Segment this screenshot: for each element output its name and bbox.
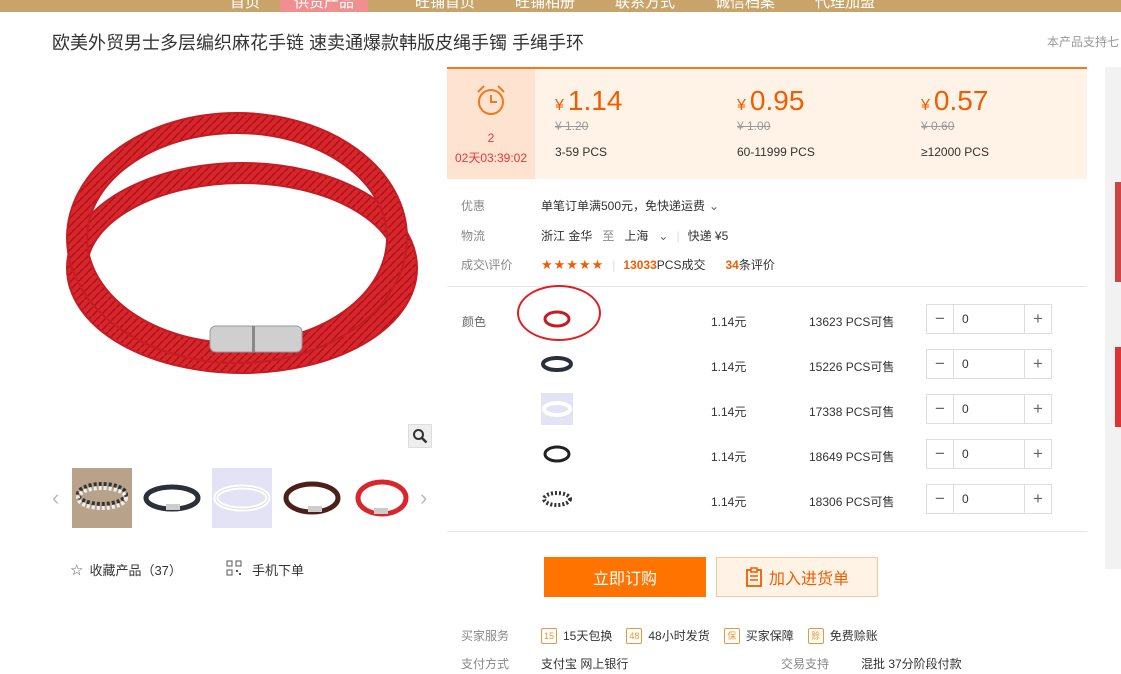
exchange-icon: 15 <box>541 627 557 644</box>
chevron-down-icon[interactable]: ⌄ <box>709 199 719 213</box>
qrcode-icon <box>226 560 242 579</box>
main-product-image <box>52 68 432 448</box>
buyer-services: 买家服务 15 15天包换 48 48小时发货 保买家保障 赊免费赊账 <box>461 627 878 644</box>
buy-now-button[interactable]: 立即订购 <box>544 557 706 597</box>
quantity-stepper[interactable]: − + <box>926 349 1052 379</box>
deal-count: 13033 <box>623 257 657 272</box>
ship-method: 快递 ¥5 <box>687 229 729 243</box>
thumbnail-strip: ‹ › <box>52 467 432 529</box>
right-side-strip <box>1105 67 1121 569</box>
quantity-input[interactable] <box>954 440 1024 468</box>
quantity-stepper[interactable]: − + <box>926 304 1052 334</box>
sku-swatch-blackwhite[interactable] <box>541 483 573 515</box>
price-tier: ¥0.57 ¥ 0.60 ≥12000 PCS <box>921 85 989 159</box>
sku-swatch-black[interactable] <box>541 348 573 380</box>
minus-button[interactable]: − <box>927 395 954 423</box>
star-outline-icon: ☆ <box>70 561 84 579</box>
minus-button[interactable]: − <box>927 305 954 333</box>
quantity-input[interactable] <box>954 485 1024 513</box>
sku-row: 1.14元 15226 PCS可售 − + <box>541 348 1053 382</box>
alarm-clock-icon <box>477 85 505 115</box>
ship-from: 浙江 金华 <box>541 229 593 243</box>
promo-row: 优惠 单笔订单满500元，免快递运费 ⌄ <box>461 197 720 214</box>
product-title: 欧美外贸男士多层编织麻花手链 速卖通爆款韩版皮绳手镯 手绳手环 <box>52 33 584 53</box>
sku-row: 1.14元 13623 PCS可售 − + <box>541 303 1053 337</box>
nav-credit[interactable]: 诚信档案 <box>715 0 775 12</box>
sku-swatch-darkbrown[interactable] <box>541 438 573 470</box>
quantity-stepper[interactable]: − + <box>926 484 1052 514</box>
nav-album[interactable]: 旺铺相册 <box>515 0 575 12</box>
trade-values: 混批 37分阶段付款 <box>861 657 962 671</box>
sku-row: 1.14元 18649 PCS可售 − + <box>541 438 1053 472</box>
color-label: 颜色 <box>462 315 487 329</box>
plus-button[interactable]: + <box>1024 350 1051 378</box>
support-text: 本产品支持七 <box>1047 35 1120 49</box>
payment-row: 支付方式 支付宝 网上银行 交易支持 混批 37分阶段付款 <box>461 657 962 671</box>
countdown-days: 2 <box>487 131 495 145</box>
add-to-cart-button[interactable]: 加入进货单 <box>716 557 878 597</box>
review-count[interactable]: 34 <box>725 258 738 272</box>
zoom-icon[interactable] <box>408 424 432 448</box>
minus-button[interactable]: − <box>927 350 954 378</box>
chevron-down-icon[interactable]: ⌄ <box>658 229 668 243</box>
logistics-row: 物流 浙江 金华 至 上海 ⌄ | 快递 ¥5 <box>461 227 729 244</box>
ship-to-select[interactable]: 上海 <box>624 227 648 244</box>
price-tier: ¥0.95 ¥ 1.00 60-11999 PCS <box>737 85 815 159</box>
top-nav: 首页 供货产品 旺铺首页 旺铺相册 联系方式 诚信档案 代理加盟 <box>0 0 1121 12</box>
thumb-prev-icon[interactable]: ‹ <box>52 485 59 511</box>
nav-agent[interactable]: 代理加盟 <box>815 0 875 12</box>
shipping-icon: 48 <box>626 627 643 644</box>
nav-products[interactable]: 供货产品 <box>280 0 369 12</box>
thumbnail[interactable] <box>282 468 342 528</box>
service-item[interactable]: 15 15天包换 <box>541 627 612 644</box>
quantity-input[interactable] <box>954 395 1024 423</box>
thumbnail[interactable] <box>72 468 132 528</box>
highlight-circle <box>517 285 601 341</box>
plus-button[interactable]: + <box>1024 485 1051 513</box>
sku-row: 1.14元 17338 PCS可售 − + <box>541 393 1053 427</box>
service-item[interactable]: 赊免费赊账 <box>807 627 878 644</box>
thumbnail-selected[interactable] <box>352 468 412 528</box>
promo-value[interactable]: 单笔订单满500元，免快递运费 <box>541 197 705 214</box>
mobile-order-label: 手机下单 <box>252 563 305 578</box>
deals-row: 成交\评价 ★★★★★ | 13033 PCS成交 34 条评价 <box>461 256 775 273</box>
minus-button[interactable]: − <box>927 440 954 468</box>
payment-methods: 支付宝 网上银行 <box>541 657 629 671</box>
rating-stars: ★★★★★ <box>541 256 605 272</box>
plus-button[interactable]: + <box>1024 395 1051 423</box>
shield-icon: 保 <box>723 627 740 644</box>
quantity-stepper[interactable]: − + <box>926 439 1052 469</box>
thumbnail[interactable] <box>142 468 202 528</box>
clipboard-icon <box>746 567 762 587</box>
plus-button[interactable]: + <box>1024 440 1051 468</box>
countdown-timer: 2 02天03:39:02 <box>447 69 535 179</box>
service-item[interactable]: 保买家保障 <box>723 627 794 644</box>
mobile-order-button[interactable]: 手机下单 <box>226 560 304 579</box>
sku-row: 1.14元 18306 PCS可售 − + <box>541 483 1053 517</box>
credit-icon: 赊 <box>807 627 824 644</box>
quantity-input[interactable] <box>954 350 1024 378</box>
favorite-label: 收藏产品（37） <box>89 563 182 578</box>
countdown-text: 02天03:39:02 <box>454 151 528 165</box>
quantity-input[interactable] <box>954 305 1024 333</box>
divider <box>447 531 1087 532</box>
favorite-button[interactable]: ☆ 收藏产品（37） <box>70 560 182 579</box>
thumbnail[interactable] <box>212 468 272 528</box>
service-item[interactable]: 48 48小时发货 <box>626 627 710 644</box>
quantity-stepper[interactable]: − + <box>926 394 1052 424</box>
price-panel: 2 02天03:39:02 ¥1.14 ¥ 1.20 3-59 PCS ¥0.9… <box>447 67 1087 179</box>
plus-button[interactable]: + <box>1024 305 1051 333</box>
nav-home[interactable]: 首页 <box>230 0 260 12</box>
thumb-next-icon[interactable]: › <box>420 485 427 511</box>
minus-button[interactable]: − <box>927 485 954 513</box>
sku-swatch-white[interactable] <box>541 393 573 425</box>
nav-contact[interactable]: 联系方式 <box>615 0 675 12</box>
price-tier: ¥1.14 ¥ 1.20 3-59 PCS <box>555 85 623 159</box>
nav-shop[interactable]: 旺铺首页 <box>415 0 475 12</box>
